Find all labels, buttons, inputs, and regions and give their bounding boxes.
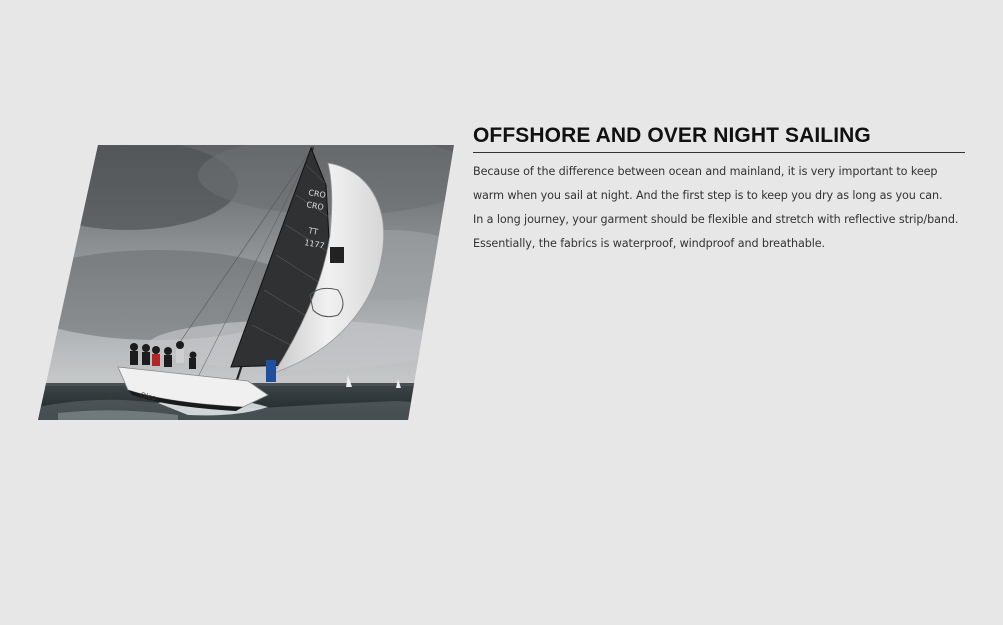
content-section: OFFSHORE AND OVER NIGHT SAILING Because …	[473, 124, 965, 256]
section-heading: OFFSHORE AND OVER NIGHT SAILING	[473, 124, 965, 153]
body-line-2: warm when you sail at night. And the fir…	[473, 189, 943, 202]
sail-mark-3: TT	[307, 226, 319, 237]
sailboat-photo: CRO CRO TT 1177 Olea	[38, 145, 454, 420]
body-line-1: Because of the difference between ocean …	[473, 165, 938, 178]
body-line-4: Essentially, the fabrics is waterproof, …	[473, 237, 825, 250]
sailboat-illustration: CRO CRO TT 1177 Olea	[38, 145, 454, 420]
section-body: Because of the difference between ocean …	[473, 160, 965, 256]
body-line-3: In a long journey, your garment should b…	[473, 213, 959, 226]
